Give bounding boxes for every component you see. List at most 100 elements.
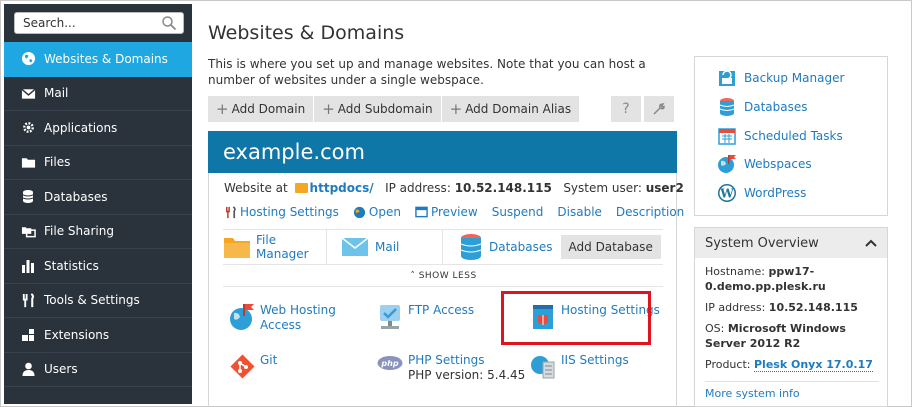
globe-icon bbox=[353, 206, 365, 218]
wordpress-link[interactable]: W WordPress bbox=[717, 183, 806, 203]
user-icon bbox=[20, 361, 36, 377]
git-tool[interactable]: Git bbox=[229, 353, 277, 381]
show-less-label: SHOW LESS bbox=[418, 271, 477, 281]
backup-manager-label: Backup Manager bbox=[744, 71, 845, 85]
databases-link[interactable]: Databases bbox=[717, 97, 808, 117]
file-manager-shortcut[interactable]: File Manager bbox=[223, 230, 327, 264]
system-user-label: System user: bbox=[563, 181, 642, 195]
svg-text:php: php bbox=[380, 359, 398, 368]
sidebar-item-mail[interactable]: Mail bbox=[4, 77, 192, 111]
domain-name[interactable]: example.com bbox=[223, 140, 365, 164]
search-icon[interactable] bbox=[161, 15, 177, 31]
chevron-up-icon[interactable] bbox=[865, 239, 877, 247]
iis-settings-tool[interactable]: IIS Settings bbox=[530, 353, 629, 381]
settings-button[interactable] bbox=[644, 96, 674, 122]
iis-settings-icon bbox=[531, 356, 555, 379]
globe-icon bbox=[20, 51, 36, 67]
chevron-up-icon: ˄ bbox=[410, 271, 416, 281]
hosting-settings-link[interactable]: Hosting Settings bbox=[224, 205, 339, 219]
file-sharing-icon bbox=[20, 223, 36, 239]
show-less-toggle[interactable]: ˄ SHOW LESS bbox=[209, 271, 678, 281]
sidebar-item-file-sharing[interactable]: File Sharing bbox=[4, 215, 192, 249]
add-database-button[interactable]: Add Database bbox=[560, 235, 661, 259]
mail-label: Mail bbox=[375, 240, 400, 254]
description-link[interactable]: Description bbox=[616, 205, 684, 219]
web-hosting-access-icon bbox=[230, 304, 254, 330]
sidebar-item-label: Databases bbox=[44, 189, 108, 204]
preview-label: Preview bbox=[430, 205, 478, 219]
sidebar-item-label: Files bbox=[44, 155, 71, 170]
highlight-box bbox=[501, 291, 651, 345]
quick-links-panel: Backup Manager Databases Scheduled Tasks… bbox=[694, 56, 888, 216]
hosting-settings-label: Hosting Settings bbox=[240, 205, 339, 219]
search-input[interactable] bbox=[15, 13, 155, 33]
wordpress-icon: W bbox=[718, 184, 736, 202]
git-label: Git bbox=[260, 353, 278, 367]
product-row: Product: Plesk Onyx 17.0.17 bbox=[705, 357, 883, 372]
product-label: Product: bbox=[705, 358, 751, 371]
folder-icon bbox=[224, 238, 250, 258]
add-domain-alias-button[interactable]: + Add Domain Alias bbox=[441, 96, 581, 122]
file-manager-label-line2: Manager bbox=[256, 247, 309, 261]
sidebar-item-users[interactable]: Users bbox=[4, 353, 192, 387]
sidebar-item-websites-domains[interactable]: Websites & Domains bbox=[4, 42, 192, 77]
add-domain-alias-label: Add Domain Alias bbox=[465, 102, 572, 116]
tools-icon bbox=[226, 205, 236, 218]
add-subdomain-button[interactable]: + Add Subdomain bbox=[314, 96, 442, 122]
web-hosting-access-line1: Web Hosting bbox=[260, 303, 336, 317]
open-link[interactable]: Open bbox=[353, 205, 401, 219]
webspaces-link[interactable]: Webspaces bbox=[717, 154, 812, 174]
sidebar-item-label: Applications bbox=[44, 120, 118, 135]
domain-header[interactable]: example.com bbox=[208, 131, 677, 173]
scheduled-tasks-link[interactable]: Scheduled Tasks bbox=[717, 126, 843, 146]
web-hosting-access-tool[interactable]: Web Hosting Access bbox=[229, 303, 336, 333]
plus-icon: + bbox=[216, 100, 229, 118]
hostname-label: Hostname: bbox=[705, 265, 765, 278]
tools-icon bbox=[20, 292, 36, 308]
php-icon: php bbox=[377, 356, 403, 370]
preview-link[interactable]: Preview bbox=[415, 205, 478, 219]
more-system-info-link[interactable]: More system info bbox=[705, 387, 800, 400]
ip-value: 10.52.148.115 bbox=[768, 301, 858, 314]
help-button[interactable]: ? bbox=[611, 96, 641, 122]
wrench-icon bbox=[653, 103, 665, 115]
disable-link[interactable]: Disable bbox=[557, 205, 602, 219]
os-value: Microsoft Windows Server 2012 R2 bbox=[705, 322, 846, 350]
envelope-icon bbox=[20, 85, 36, 101]
ip-label: IP address: bbox=[705, 301, 766, 314]
folder-icon bbox=[294, 183, 308, 193]
sidebar-item-files[interactable]: Files bbox=[4, 146, 192, 180]
add-domain-label: Add Domain bbox=[231, 102, 306, 116]
mail-shortcut[interactable]: Mail bbox=[327, 230, 443, 264]
domain-actions: Hosting Settings Open Preview Suspend Di… bbox=[224, 205, 684, 219]
product-link[interactable]: Plesk Onyx 17.0.17 bbox=[753, 358, 873, 372]
wordpress-label: WordPress bbox=[744, 186, 807, 200]
bar-chart-icon bbox=[20, 258, 36, 274]
main-content: Websites & Domains This is where you set… bbox=[208, 0, 684, 407]
webspaces-label: Webspaces bbox=[744, 157, 812, 171]
web-hosting-access-line2: Access bbox=[260, 318, 302, 332]
system-overview-panel: System Overview Hostname: ppw17-0.demo.p… bbox=[694, 227, 888, 407]
ftp-access-label: FTP Access bbox=[408, 303, 475, 317]
sidebar-item-tools-settings[interactable]: Tools & Settings bbox=[4, 284, 192, 318]
backup-manager-link[interactable]: Backup Manager bbox=[717, 68, 844, 88]
suspend-link[interactable]: Suspend bbox=[492, 205, 544, 219]
search-box[interactable] bbox=[14, 12, 184, 34]
toolbar: + Add Domain + Add Subdomain + Add Domai… bbox=[208, 96, 581, 122]
php-settings-link: PHP Settings bbox=[408, 353, 485, 367]
sidebar-item-databases[interactable]: Databases bbox=[4, 180, 192, 215]
sidebar-item-applications[interactable]: Applications bbox=[4, 111, 192, 146]
sidebar-item-extensions[interactable]: Extensions bbox=[4, 318, 192, 353]
php-settings-tool[interactable]: php PHP Settings PHP version: 5.4.45 bbox=[377, 353, 525, 383]
envelope-icon bbox=[341, 237, 369, 256]
databases-shortcut[interactable]: Databases Add Database bbox=[443, 230, 661, 264]
ftp-access-tool[interactable]: FTP Access bbox=[377, 303, 474, 331]
add-domain-button[interactable]: + Add Domain bbox=[208, 96, 315, 122]
quick-access-bar: File Manager Mail Databases Add Database bbox=[223, 229, 663, 265]
sidebar-item-label: Users bbox=[44, 362, 78, 377]
system-overview-header[interactable]: System Overview bbox=[695, 228, 887, 258]
doc-root-link[interactable]: httpdocs/ bbox=[310, 181, 374, 195]
sidebar-item-label: Websites & Domains bbox=[44, 51, 168, 66]
sidebar-item-statistics[interactable]: Statistics bbox=[4, 249, 192, 284]
sidebar-nav: Websites & Domains Mail Applications Fil… bbox=[4, 42, 192, 387]
